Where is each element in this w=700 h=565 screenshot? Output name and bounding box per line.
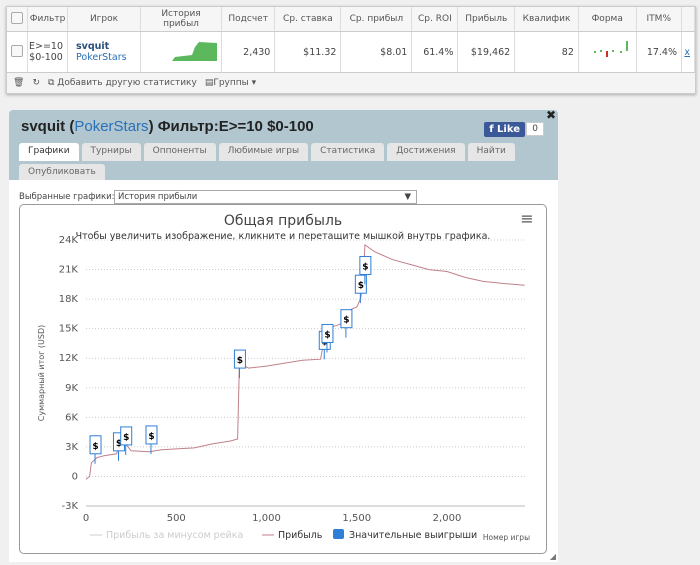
y-tick-label: -3K bbox=[61, 501, 78, 512]
remove-row-link[interactable]: x bbox=[681, 31, 695, 72]
roi-cell: 61.4% bbox=[411, 31, 459, 72]
avg-stake-cell: $11.32 bbox=[274, 31, 342, 72]
qualif-cell: 82 bbox=[514, 31, 579, 72]
big-win-flag-label: $ bbox=[343, 316, 349, 326]
col-itm[interactable]: ITM% bbox=[636, 7, 683, 32]
legend-symbol bbox=[333, 529, 344, 539]
col-player[interactable]: Игрок bbox=[67, 7, 142, 32]
tab-find[interactable]: Найти bbox=[467, 143, 515, 161]
big-win-flag-label: $ bbox=[92, 442, 98, 452]
y-tick-label: 6K bbox=[65, 412, 78, 423]
big-win-flag-label: $ bbox=[237, 356, 243, 366]
col-avg-profit[interactable]: Ср. прибыл bbox=[340, 7, 413, 32]
col-filter[interactable]: Фильтр bbox=[27, 7, 69, 32]
filter-cell: E>=10 $0-100 bbox=[27, 31, 69, 72]
site-link[interactable]: PokerStars bbox=[74, 118, 148, 135]
col-actions bbox=[681, 7, 695, 32]
count-cell: 2,430 bbox=[221, 31, 276, 72]
groups-button[interactable]: ▤Группы ▾ bbox=[205, 78, 256, 88]
facebook-like-button[interactable]: f Like bbox=[484, 122, 525, 137]
legend-item-big-wins[interactable]: Значительные выигрыши bbox=[349, 530, 477, 541]
x-tick-label: 0 bbox=[83, 513, 89, 524]
select-all-checkbox[interactable] bbox=[7, 7, 28, 32]
menu-icon[interactable]: ≡ bbox=[520, 209, 533, 228]
tab-achievements[interactable]: Достижения bbox=[387, 143, 465, 161]
row-checkbox[interactable] bbox=[7, 31, 28, 72]
add-stat-label: Добавить другую статистику bbox=[57, 78, 197, 88]
y-tick-label: 24K bbox=[59, 235, 79, 246]
refresh-icon[interactable]: ↻ bbox=[32, 78, 40, 88]
x-axis-label: Номер игры bbox=[483, 533, 530, 542]
player-dialog: svquit (PokerStars) Фильтр:E>=10 $0-100 … bbox=[9, 108, 558, 562]
col-profit[interactable]: Прибыль bbox=[457, 7, 516, 32]
stats-table: Фильтр Игрок История прибыл Подсчет Ср. … bbox=[6, 6, 696, 94]
legend-item-net[interactable]: Прибыль за минусом рейка bbox=[106, 530, 243, 541]
big-win-flag-label: $ bbox=[362, 262, 368, 272]
avg-profit-cell: $8.01 bbox=[340, 31, 413, 72]
table-row: E>=10 $0-100 svquit PokerStars 2,430 $11.… bbox=[7, 31, 695, 72]
dialog-title: svquit (PokerStars) Фильтр:E>=10 $0-100 bbox=[21, 118, 314, 135]
profit-chart[interactable]: Общая прибыль Чтобы увеличить изображение… bbox=[19, 204, 547, 554]
y-axis-label: Суммарный итог (USD) bbox=[37, 325, 46, 422]
col-form[interactable]: Форма bbox=[578, 7, 637, 32]
site-label: PokerStars bbox=[76, 52, 127, 63]
big-win-flag-label: $ bbox=[148, 432, 154, 442]
tab-statistics[interactable]: Статистика bbox=[311, 143, 385, 161]
y-tick-label: 0 bbox=[72, 471, 78, 482]
like-count: 0 bbox=[526, 122, 544, 136]
y-tick-label: 21K bbox=[59, 265, 79, 276]
y-tick-label: 3K bbox=[65, 442, 78, 453]
chart-select[interactable]: История прибыли ▼ bbox=[114, 190, 417, 204]
legend-item-profit[interactable]: Прибыль bbox=[278, 530, 323, 541]
y-tick-label: 18K bbox=[59, 294, 79, 305]
big-win-flag-label: $ bbox=[358, 281, 364, 291]
big-win-flag-label: $ bbox=[123, 433, 129, 443]
select-label: Выбранные графики: bbox=[19, 192, 115, 202]
trash-icon[interactable]: 🗑 bbox=[13, 78, 24, 88]
dropdown-arrow-icon: ▼ bbox=[404, 192, 411, 202]
x-tick-label: 500 bbox=[167, 513, 186, 524]
x-tick-label: 1,500 bbox=[342, 513, 371, 524]
y-tick-label: 9K bbox=[65, 383, 78, 394]
resize-handle[interactable]: ◢ bbox=[550, 552, 556, 561]
big-win-flag-label: $ bbox=[324, 330, 330, 340]
profit-cell: $19,462 bbox=[457, 31, 516, 72]
x-tick-label: 1,000 bbox=[252, 513, 281, 524]
col-history[interactable]: История прибыл bbox=[140, 7, 223, 32]
col-qualif[interactable]: Квалифик bbox=[514, 7, 579, 32]
col-count[interactable]: Подсчет bbox=[221, 7, 276, 32]
col-roi[interactable]: Ср. ROI bbox=[411, 7, 459, 32]
y-tick-label: 15K bbox=[59, 324, 79, 335]
groups-label: Группы bbox=[213, 78, 249, 88]
y-tick-label: 12K bbox=[59, 353, 79, 364]
tab-favorite-games[interactable]: Любимые игры bbox=[218, 143, 309, 161]
itm-cell: 17.4% bbox=[636, 31, 683, 72]
x-tick-label: 2,000 bbox=[433, 513, 462, 524]
tab-charts[interactable]: Графики bbox=[19, 143, 79, 161]
table-header: Фильтр Игрок История прибыл Подсчет Ср. … bbox=[7, 7, 695, 32]
chart-title: Общая прибыль bbox=[224, 213, 342, 229]
player-link[interactable]: svquit bbox=[76, 41, 136, 52]
col-avg-stake[interactable]: Ср. ставка bbox=[274, 7, 342, 32]
add-stat-button[interactable]: ⧉ Добавить другую статистику bbox=[48, 78, 197, 88]
tab-tournaments[interactable]: Турниры bbox=[81, 143, 141, 161]
close-icon[interactable]: ✖ bbox=[546, 108, 556, 122]
form-sparkline bbox=[578, 31, 637, 72]
profit-sparkline bbox=[140, 31, 223, 72]
tab-opponents[interactable]: Оппоненты bbox=[143, 143, 216, 161]
